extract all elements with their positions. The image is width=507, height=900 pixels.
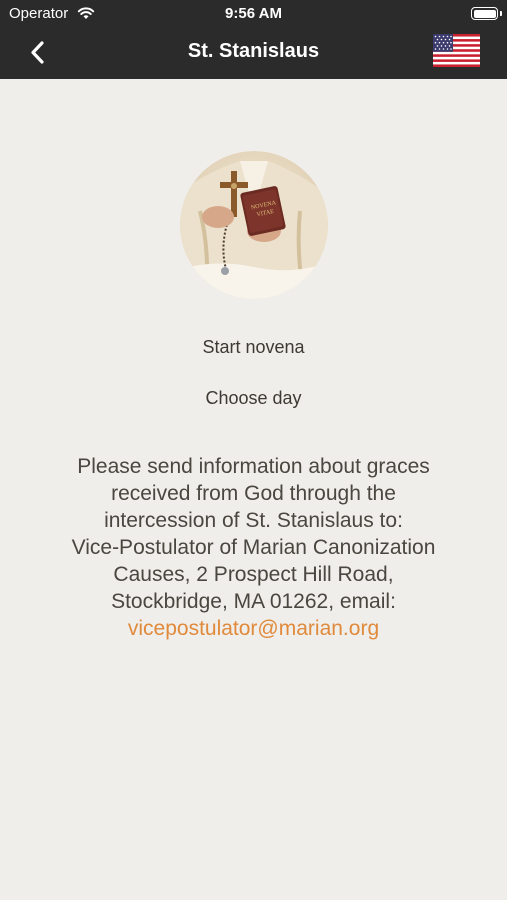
info-line: Please send information about graces [77,455,430,478]
info-text: Please send information about graces rec… [40,453,467,642]
us-flag-icon[interactable] [433,34,480,67]
saint-portrait-image: NOVENA VITAE [180,151,328,299]
status-bar: Operator 9:56 AM [0,0,507,28]
battery-cap [500,11,502,16]
info-line: intercession of St. Stanislaus to: [104,509,403,532]
clock-time: 9:56 AM [225,5,282,22]
info-line: received from God through the [111,482,396,505]
page-title: St. Stanislaus [187,40,320,62]
email-link[interactable]: vicepostulator@marian.org [40,615,467,642]
navigation-bar: St. Stanislaus [0,28,507,79]
start-novena-button[interactable]: Start novena [0,337,507,358]
battery-icon [471,7,498,20]
info-line: Causes, 2 Prospect Hill Road, [113,563,394,586]
info-line: Vice-Postulator of Marian Canonization [71,536,436,559]
top-bar: Operator 9:56 AM St. Stanislaus [0,0,507,79]
choose-day-button[interactable]: Choose day [0,388,507,409]
info-line: Stockbridge, MA 01262, email: [111,590,396,613]
battery-level [473,9,496,18]
